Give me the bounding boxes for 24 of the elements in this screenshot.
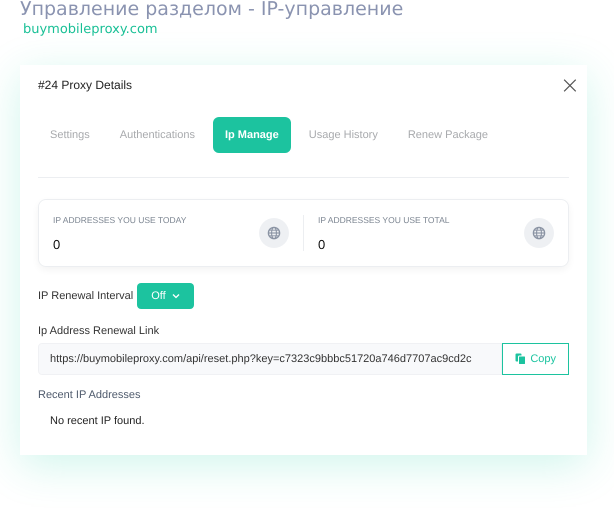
caret-icon [172, 293, 180, 299]
tab[interactable]: Renew Package [396, 117, 500, 153]
interval-dropdown[interactable]: Off [137, 283, 194, 309]
recent-heading: Recent IP Addresses [38, 389, 142, 401]
tab[interactable]: Ip Manage [212, 117, 291, 153]
site-name: buymobileproxy.com [23, 22, 159, 37]
tab[interactable]: Authentications [108, 117, 207, 153]
empty-message: No recent IP found. [50, 415, 146, 427]
interval-label: IP Renewal Interval [38, 290, 134, 302]
tab[interactable]: Usage History [296, 117, 390, 153]
globe-icon [524, 218, 554, 248]
globe-icon [259, 218, 289, 248]
tab[interactable]: Settings [38, 117, 102, 153]
close-button[interactable]: × [560, 73, 580, 97]
dialog-title: #24 Proxy Details [38, 78, 132, 92]
stat-label: IP ADDRESSES YOU USE TODAY [53, 214, 186, 224]
link-label: Ip Address Renewal Link [38, 325, 160, 337]
copy-button[interactable]: Copy [502, 343, 569, 375]
stat-value: 0 [318, 236, 326, 252]
link-field[interactable]: https://buymobileproxy.com/api/reset.php?key=c7323c9bbbc51720a746d7707ac9cd2c [38, 343, 502, 375]
stat-label: IP ADDRESSES YOU USE TOTAL [318, 214, 450, 224]
page-title: Управление разделом - IP-управление [20, 0, 404, 20]
stat-value: 0 [53, 236, 62, 252]
copy-icon [515, 353, 526, 365]
